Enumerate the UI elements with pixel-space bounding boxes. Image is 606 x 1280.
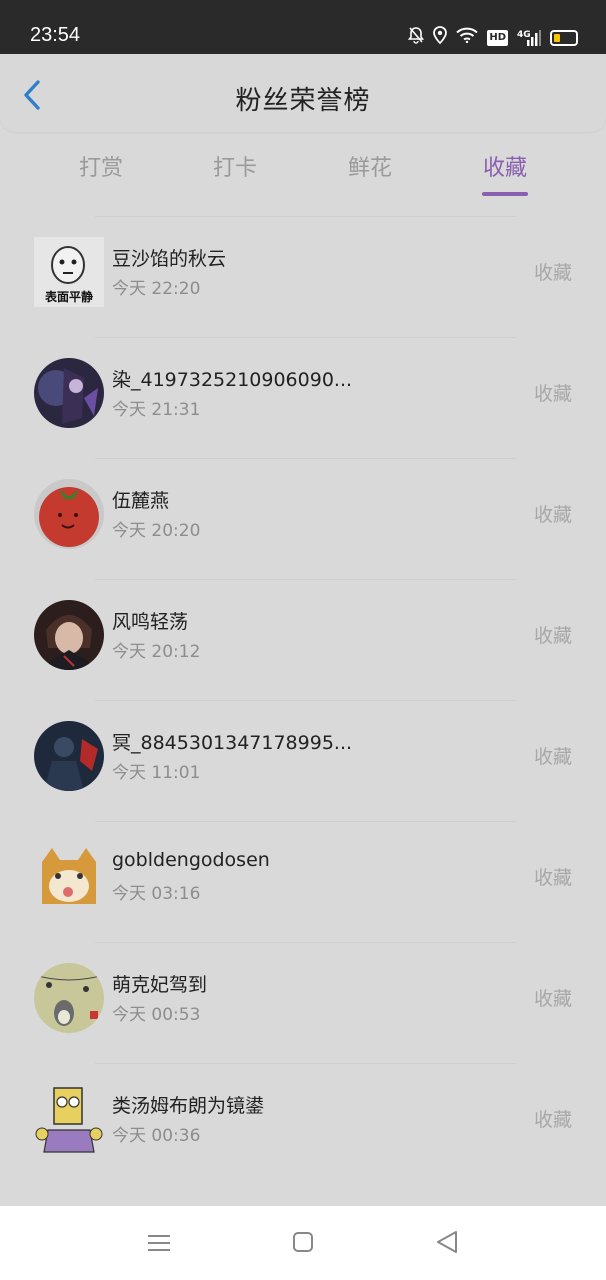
anime-character-avatar xyxy=(34,358,104,428)
status-icons: HD 4G xyxy=(408,26,578,49)
tab-flowers[interactable]: 鲜花 xyxy=(330,150,410,182)
fan-action: 收藏 xyxy=(533,867,572,889)
location-icon xyxy=(433,26,448,49)
active-tab-indicator xyxy=(482,192,528,196)
back-triangle-icon[interactable] xyxy=(432,1230,462,1256)
dark-figure-avatar xyxy=(34,721,104,791)
hd-icon: HD xyxy=(487,29,508,46)
fan-action: 收藏 xyxy=(533,1109,572,1131)
cartoon-cat-avatar xyxy=(34,842,104,912)
app-header: 粉丝荣誉榜 xyxy=(0,54,606,132)
battery-icon xyxy=(550,29,578,46)
list-item[interactable]: 风鸣轻荡 今天 20:12 收藏 xyxy=(0,579,606,700)
tomato-avatar xyxy=(34,479,104,549)
list-item[interactable]: 冥_8845301347178995... 今天 11:01 收藏 xyxy=(0,700,606,821)
fan-action: 收藏 xyxy=(533,988,572,1010)
anime-boy-avatar xyxy=(34,600,104,670)
status-time: 23:54 xyxy=(30,24,81,46)
fan-action: 收藏 xyxy=(533,262,572,284)
fan-time: 今天 22:20 xyxy=(112,279,201,299)
status-bar: 23:54 HD 4G xyxy=(0,0,606,54)
tab-favorite[interactable]: 收藏 xyxy=(465,150,545,182)
fan-name: gobldengodosen xyxy=(112,849,270,871)
meme-face-avatar: 表面平静 xyxy=(34,237,104,307)
fan-time: 今天 20:12 xyxy=(112,642,201,662)
fan-name: 冥_8845301347178995... xyxy=(112,732,352,754)
fan-time: 今天 21:31 xyxy=(112,400,201,420)
page-title: 粉丝荣誉榜 xyxy=(235,86,371,116)
totoro-avatar xyxy=(34,963,104,1033)
tab-bar: 打赏 打卡 鲜花 收藏 xyxy=(0,140,606,200)
fan-name: 豆沙馅的秋云 xyxy=(112,248,227,270)
home-square-icon[interactable] xyxy=(288,1230,318,1256)
fan-name: 染_4197325210906090... xyxy=(112,369,352,391)
fan-list: 表面平静 豆沙馅的秋云 今天 22:20 收藏 染_41973252109060… xyxy=(0,216,606,1184)
bell-off-icon xyxy=(408,26,425,49)
list-item[interactable]: 表面平静 豆沙馅的秋云 今天 22:20 收藏 xyxy=(0,216,606,337)
fan-name: 风鸣轻荡 xyxy=(112,611,189,633)
fan-name: 萌克妃驾到 xyxy=(112,974,208,996)
fan-time: 今天 03:16 xyxy=(112,884,201,904)
list-item[interactable]: 染_4197325210906090... 今天 21:31 收藏 xyxy=(0,337,606,458)
system-nav-bar xyxy=(0,1206,606,1280)
fan-name: 伍麓燕 xyxy=(112,490,170,512)
list-item[interactable]: 类汤姆布朗为镜鍙 今天 00:36 收藏 xyxy=(0,1063,606,1184)
fan-action: 收藏 xyxy=(533,504,572,526)
fan-time: 今天 11:01 xyxy=(112,763,201,783)
cartoon-bart-avatar xyxy=(34,1084,104,1154)
menu-icon[interactable] xyxy=(144,1230,174,1256)
fan-action: 收藏 xyxy=(533,383,572,405)
list-item[interactable]: 伍麓燕 今天 20:20 收藏 xyxy=(0,458,606,579)
fan-time: 今天 20:20 xyxy=(112,521,201,541)
fan-time: 今天 00:53 xyxy=(112,1005,201,1025)
list-item[interactable]: gobldengodosen 今天 03:16 收藏 xyxy=(0,821,606,942)
list-item[interactable]: 萌克妃驾到 今天 00:53 收藏 xyxy=(0,942,606,1063)
tab-checkin[interactable]: 打卡 xyxy=(195,150,275,182)
avatar-caption: 表面平静 xyxy=(44,290,93,304)
fan-action: 收藏 xyxy=(533,746,572,768)
signal-4g-icon: 4G xyxy=(517,29,541,47)
fan-name: 类汤姆布朗为镜鍙 xyxy=(112,1095,265,1117)
fan-time: 今天 00:36 xyxy=(112,1126,201,1146)
fan-action: 收藏 xyxy=(533,625,572,647)
wifi-icon xyxy=(456,27,478,48)
tab-reward[interactable]: 打赏 xyxy=(61,150,141,182)
